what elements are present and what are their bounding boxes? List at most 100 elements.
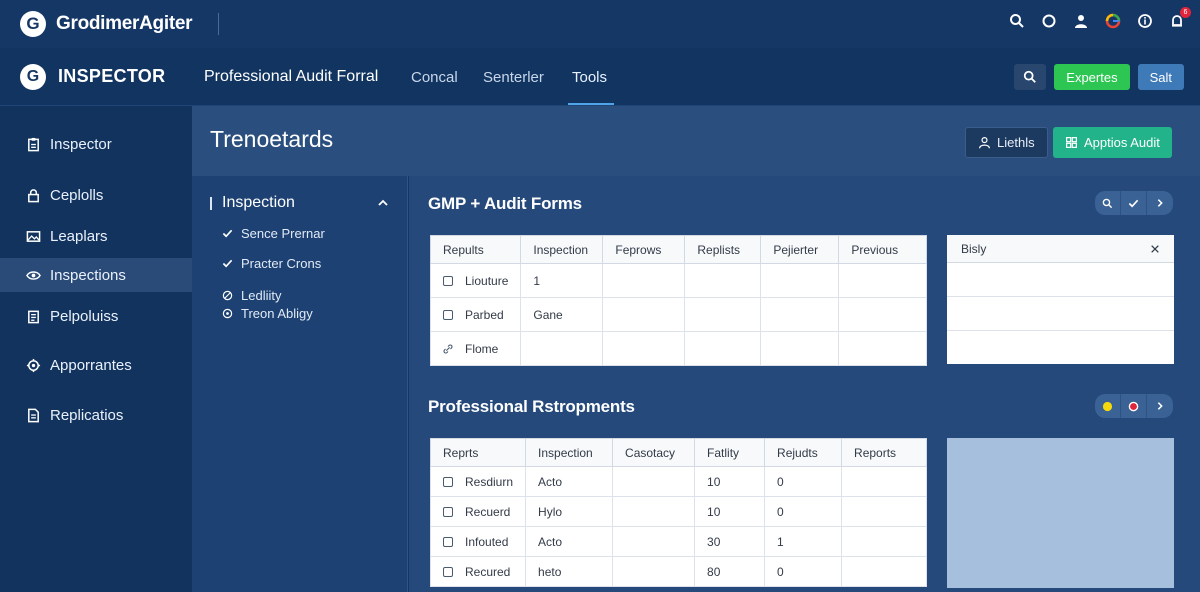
search-icon[interactable] (1095, 191, 1121, 215)
table-cell (520, 331, 604, 366)
column-header[interactable]: Inspection (520, 235, 604, 264)
yellow-status-icon[interactable] (1095, 394, 1121, 418)
table-cell (841, 526, 927, 557)
checkbox-icon[interactable] (443, 536, 453, 547)
check-icon (222, 259, 233, 268)
table-cell: 1 (520, 263, 604, 298)
table-cell (838, 263, 927, 298)
checkbox-icon[interactable] (443, 566, 453, 577)
sidebar-item-leaplars[interactable]: Leaplars (0, 219, 192, 253)
table-cell (838, 331, 927, 366)
row-label-cell: Recuerd (429, 496, 527, 527)
check-icon[interactable] (1121, 191, 1147, 215)
table-cell: heto (525, 556, 614, 587)
sidebar-item-apporrantes[interactable]: Apporrantes (0, 348, 192, 382)
column-header[interactable]: Feprows (602, 235, 686, 264)
close-icon[interactable] (1150, 244, 1160, 254)
panel-item-treon-abligy[interactable]: Treon Abligy (222, 306, 313, 321)
inspector-logo[interactable]: G (20, 63, 46, 90)
link-icon[interactable] (443, 344, 453, 354)
table-row[interactable]: Recuerd Hylo 10 0 (429, 496, 927, 527)
red-status-icon[interactable] (1121, 394, 1147, 418)
sidebar-item-inspector[interactable]: Inspector (0, 127, 192, 161)
table-cell: 30 (694, 526, 766, 557)
table-cell: Acto (525, 526, 614, 557)
inspection-panel-header[interactable]: Inspection (210, 194, 295, 212)
info-icon[interactable] (1136, 12, 1154, 30)
table-cell: 10 (694, 466, 766, 497)
check-icon (222, 229, 233, 238)
details-button[interactable]: Liethls (965, 127, 1048, 158)
table-cell (760, 297, 840, 332)
section1-toolbar (1095, 191, 1173, 215)
chevron-right-icon[interactable] (1147, 394, 1173, 418)
table-cell: 0 (764, 466, 843, 497)
tab-concal[interactable]: Concal (411, 69, 458, 86)
table-row[interactable]: Liouture 1 (429, 263, 927, 298)
column-header[interactable]: Repults (429, 235, 522, 264)
nav-search-button[interactable] (1014, 64, 1047, 90)
ring-icon[interactable] (1040, 12, 1058, 30)
sidebar-item-label: Ceplolls (50, 186, 104, 204)
user-icon (979, 137, 990, 149)
table-row[interactable]: Recured heto 80 0 (429, 556, 927, 587)
eye-icon (24, 266, 42, 284)
table-cell (612, 526, 696, 557)
google-icon[interactable] (1104, 12, 1122, 30)
table-row[interactable]: Resdiurn Acto 10 0 (429, 466, 927, 497)
active-tab-indicator (568, 103, 614, 105)
sidebar-item-ceplolls[interactable]: Ceplolls (0, 178, 192, 212)
panel-item-label: Practer Crons (241, 256, 322, 271)
nav-page-title[interactable]: Professional Audit Forral (204, 68, 378, 86)
row-label: Flome (465, 341, 499, 356)
search-icon[interactable] (1008, 12, 1026, 30)
user-icon[interactable] (1072, 12, 1090, 30)
notification-badge: 6 (1180, 7, 1191, 18)
column-header[interactable]: Reports (841, 438, 927, 467)
column-header[interactable]: Fatlity (694, 438, 766, 467)
panel-item-label: Sence Prernar (241, 226, 325, 241)
column-header[interactable]: Inspection (525, 438, 614, 467)
checkbox-icon[interactable] (443, 275, 453, 286)
table-row[interactable]: Flome (429, 331, 927, 366)
column-header[interactable]: Reprts (429, 438, 527, 467)
divider (218, 13, 220, 35)
table-header-row: Repults Inspection Feprows Replists Peji… (429, 235, 927, 264)
export-button[interactable]: Expertes (1054, 64, 1130, 90)
column-header[interactable]: Pejierter (760, 235, 840, 264)
chevron-up-icon[interactable] (377, 196, 389, 214)
sidebar-item-inspections[interactable]: Inspections (0, 258, 202, 292)
table-row[interactable]: Infouted Acto 30 1 (429, 526, 927, 557)
checkbox-icon[interactable] (443, 309, 453, 320)
sidebar-item-pelpoluiss[interactable]: Pelpoluiss (0, 299, 192, 333)
column-header[interactable]: Replists (684, 235, 762, 264)
checkbox-icon[interactable] (443, 506, 453, 517)
grid-icon (1066, 137, 1077, 148)
tab-senterler[interactable]: Senterler (483, 69, 544, 86)
column-header[interactable]: Rejudts (764, 438, 843, 467)
clipboard-icon (24, 135, 42, 153)
chevron-right-icon[interactable] (1147, 191, 1173, 215)
table-cell (684, 331, 762, 366)
column-header[interactable]: Previous (838, 235, 927, 264)
save-button[interactable]: Salt (1137, 64, 1184, 90)
brand-logo[interactable]: G (20, 11, 46, 37)
panel-item-ledliity[interactable]: Ledliity (222, 288, 281, 303)
notification-icon[interactable]: 6 (1168, 7, 1191, 30)
apply-audit-label: Apptios Audit (1084, 135, 1160, 150)
reports-table: Reprts Inspection Casotacy Fatlity Rejud… (429, 438, 927, 587)
checkbox-icon[interactable] (443, 476, 453, 487)
sidebar-item-replicatios[interactable]: Replicatios (0, 398, 192, 432)
detail-card-row (947, 297, 1174, 331)
table-cell: 10 (694, 496, 766, 527)
apply-audit-button[interactable]: Apptios Audit (1053, 127, 1172, 158)
document-icon (24, 406, 42, 424)
inspection-panel: Inspection Sence Prernar Practer Crons L… (192, 176, 408, 592)
panel-item-sence-prernar[interactable]: Sence Prernar (222, 226, 325, 241)
tab-tools[interactable]: Tools (572, 69, 607, 86)
panel-item-practer-crons[interactable]: Practer Crons (222, 256, 321, 271)
table-row[interactable]: Parbed Gane (429, 297, 927, 332)
column-header[interactable]: Casotacy (612, 438, 696, 467)
row-label: Recuerd (465, 504, 511, 519)
table-cell (602, 297, 686, 332)
